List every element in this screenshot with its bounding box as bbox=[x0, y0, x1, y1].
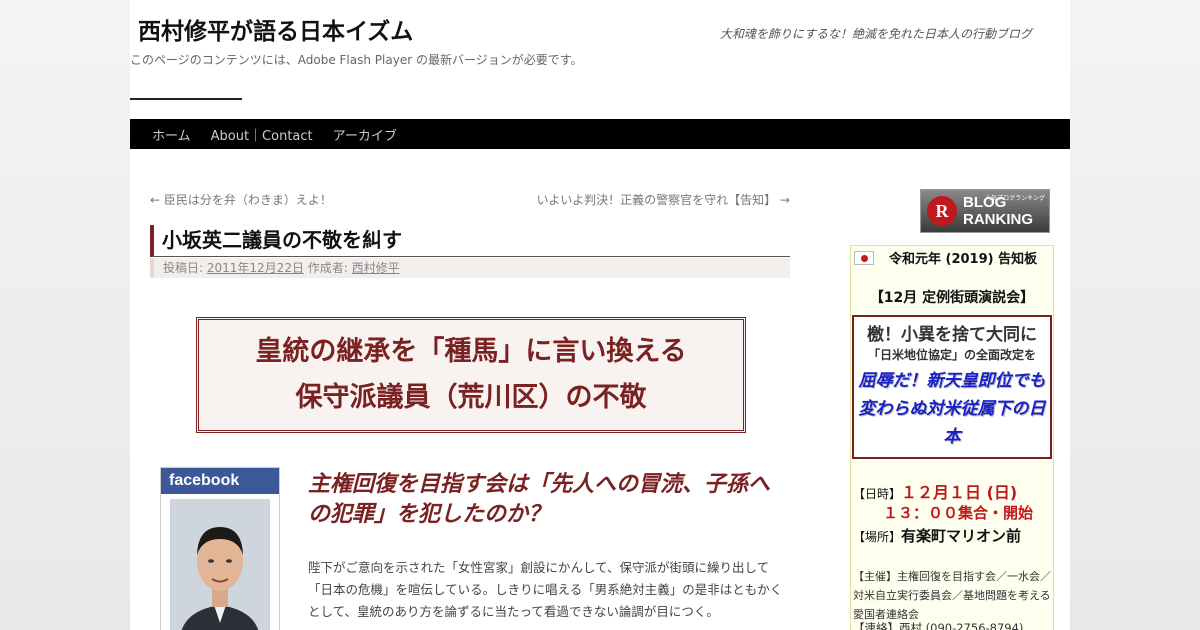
next-post-link[interactable]: いよいよ判決！正義の警察官を守れ【告知】 → bbox=[537, 191, 790, 208]
meta-date-link[interactable]: 2011年12月22日 bbox=[207, 261, 304, 275]
promo-line-1: 檄！小異を捨て大同に bbox=[867, 325, 1037, 345]
event-promo-box[interactable]: 檄！小異を捨て大同に 「日米地位協定」の全面改定を 屈辱だ！新天皇即位でも変わら… bbox=[852, 315, 1052, 459]
ranking-r-icon: R bbox=[927, 196, 957, 226]
ranking-line-2: RANKING bbox=[963, 211, 1033, 228]
event-contact: 【連絡】西村 (090-2756-8794) bbox=[853, 621, 1024, 630]
nav-item-home[interactable]: ホーム bbox=[142, 125, 201, 144]
date-label: 【日時】 bbox=[853, 487, 902, 501]
event-place-row: 【場所】有楽町マリオン前 bbox=[853, 525, 1021, 546]
profile-photo bbox=[170, 499, 270, 630]
sidebar-announcement-board: 令和元年 (2019) 告知板 【12月 定例街頭演説会】 檄！小異を捨て大同に… bbox=[850, 245, 1054, 630]
time-value: １３：００集合・開始 bbox=[883, 504, 1034, 522]
meta-author-link[interactable]: 西村修平 bbox=[352, 261, 400, 275]
prev-post-link[interactable]: ← 臣民は分を弁（わきま）えよ！ bbox=[150, 191, 332, 208]
blog-ranking-banner[interactable]: R BLOG RANKING 人気ブログランキング bbox=[920, 189, 1050, 233]
board-title: 令和元年 (2019) 告知板 bbox=[889, 252, 1038, 267]
page-container: 西村修平が語る日本イズム 大和魂を飾りにするな！絶滅を免れた日本人の行動ブログ … bbox=[130, 0, 1070, 630]
meta-author-label: 作成者: bbox=[307, 261, 348, 275]
flash-notice: このページのコンテンツには、Adobe Flash Player の最新バージョ… bbox=[130, 53, 583, 67]
event-date-row: 【日時】１２月１日 (日) bbox=[853, 479, 1017, 503]
meta-posted-label: 投稿日: bbox=[163, 261, 204, 275]
event-title: 【12月 定例街頭演説会】 bbox=[869, 290, 1035, 306]
nav-item-archive[interactable]: アーカイブ bbox=[323, 125, 407, 144]
promo-line-3: 屈辱だ！新天皇即位でも変わらぬ対米従属下の日本 bbox=[858, 371, 1046, 447]
entry-meta: 投稿日: 2011年12月22日 作成者: 西村修平 bbox=[150, 258, 790, 278]
banner-line-1: 皇統の継承を「種馬」に言い換える bbox=[255, 336, 687, 367]
date-value: １２月１日 (日) bbox=[901, 483, 1018, 502]
promo-line-2: 「日米地位協定」の全面改定を bbox=[867, 348, 1036, 362]
entry-title: 小坂英二議員の不敬を糾す bbox=[150, 225, 790, 257]
person-avatar-icon bbox=[170, 499, 270, 630]
site-title[interactable]: 西村修平が語る日本イズム bbox=[138, 12, 413, 46]
place-label: 【場所】 bbox=[853, 530, 902, 544]
facebook-widget[interactable]: facebook bbox=[160, 467, 280, 630]
facebook-logo[interactable]: facebook bbox=[161, 468, 279, 494]
header-divider bbox=[130, 98, 242, 100]
article-heading: 主権回復を目指す会は「先人への冒涜、子孫への犯罪」を犯したのか？ bbox=[308, 472, 771, 527]
japan-flag-icon bbox=[854, 251, 874, 265]
article-body: 陛下がご意向を示された「女性宮家」創設にかんして、保守派が街頭に繰り出して「日本… bbox=[308, 560, 783, 619]
article-banner: 皇統の継承を「種馬」に言い換える 保守派議員（荒川区）の不敬 bbox=[196, 317, 746, 433]
nav-item-about-contact[interactable]: About｜Contact bbox=[201, 125, 323, 144]
ranking-small-text: 人気ブログランキング bbox=[985, 195, 1045, 202]
place-value: 有楽町マリオン前 bbox=[901, 527, 1022, 545]
site-description: 大和魂を飾りにするな！絶滅を免れた日本人の行動ブログ bbox=[719, 27, 1032, 41]
banner-line-2: 保守派議員（荒川区）の不敬 bbox=[295, 382, 647, 413]
main-nav: ホーム About｜Contact アーカイブ bbox=[130, 119, 1070, 149]
event-host: 【主催】主権回復を目指す会／一水会／対米自立実行委員会／基地問題を考える愛国者連… bbox=[853, 570, 1051, 621]
